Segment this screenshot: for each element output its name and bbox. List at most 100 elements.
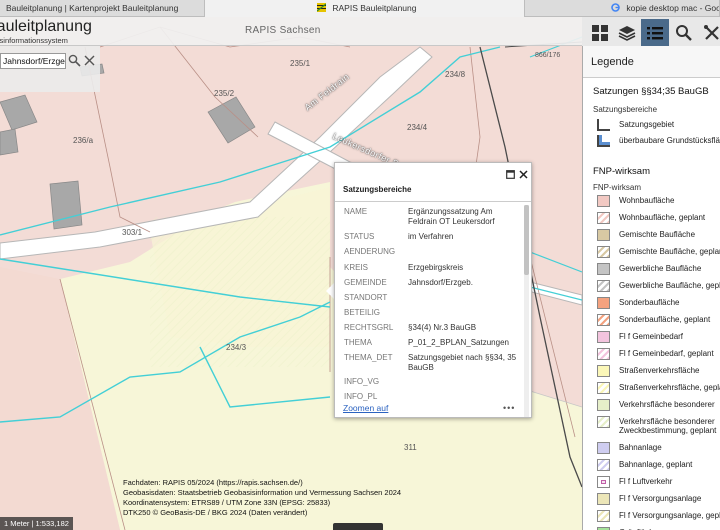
popup-title: Satzungsbereiche [343, 185, 412, 194]
legend-swatch [597, 263, 610, 275]
legend-label: Fl f Luftverkehr [619, 477, 673, 486]
tools-icon[interactable] [698, 19, 720, 47]
attribute-key: AENDERUNG [344, 247, 396, 256]
legend-label: Verkehrsfläche besonderer [619, 400, 715, 409]
legend-swatch [597, 416, 610, 428]
legend-section-heading: FNP-wirksam [593, 166, 650, 177]
legend-label: Fl f Gemeinbedarf, geplant [619, 349, 714, 358]
parcel-label: 235/1 [290, 59, 311, 68]
search-panel: Jahnsdorf/Erzgeb [0, 46, 100, 92]
legend-swatch [597, 382, 610, 394]
legend-item: Straßenverkehrsfläche [597, 365, 720, 379]
legend-swatch [597, 212, 610, 224]
zoom-to-link[interactable]: Zoomen auf [343, 403, 388, 413]
legend-swatch [597, 399, 610, 411]
tab-title: Bauleitplanung | Kartenprojekt Bauleitpl… [6, 3, 179, 13]
legend-item: Fl f Gemeinbedarf, geplant [597, 348, 720, 362]
legend-swatch [597, 229, 610, 241]
layers-icon[interactable] [613, 19, 641, 47]
legend-subheading: FNP-wirksam [593, 183, 641, 192]
close-icon[interactable] [519, 166, 528, 179]
search-icon[interactable] [670, 19, 698, 47]
legend-item: Fl f Luftverkehr [597, 476, 720, 490]
browser-tab-active[interactable]: RAPIS Bauleitplanung [205, 0, 525, 17]
legend-item: Gewerbliche Baufläche [597, 263, 720, 277]
legend-item: Fl f Gemeinbedarf [597, 331, 720, 345]
legend-header: Legende [583, 46, 720, 78]
clear-icon[interactable] [83, 54, 96, 72]
legend-item: Gemischte Baufläche [597, 229, 720, 243]
legend-label: Gewerbliche Baufläche, geplant [619, 281, 720, 290]
popup-scrollbar[interactable] [524, 205, 529, 417]
legend-swatch [597, 135, 610, 147]
screen: Bauleitplanung | Kartenprojekt Bauleitpl… [0, 0, 720, 530]
search-icon[interactable] [68, 54, 81, 72]
legend-label: Straßenverkehrsfläche, geplant [619, 383, 720, 392]
attribute-key: KREIS [344, 263, 369, 272]
parcel-label: 234/4 [407, 123, 428, 132]
legend-swatch [597, 246, 610, 258]
legend-label: Straßenverkehrsfläche [619, 366, 700, 375]
legend-item: Gemischte Baufläche, geplant [597, 246, 720, 260]
legend-list-icon[interactable] [641, 19, 669, 47]
legend-swatch [597, 280, 610, 292]
legend-label: Fl f Gemeinbedarf [619, 332, 684, 341]
legend-section-heading: Satzungen §§34;35 BauGB [593, 86, 709, 97]
maximize-icon[interactable] [506, 166, 515, 179]
legend-item: Straßenverkehrsfläche, geplant [597, 382, 720, 396]
attribution-line: DTK250 © GeoBasis-DE / BKG 2024 (Daten v… [123, 508, 308, 517]
legend-item: Satzungsgebiet [597, 119, 720, 133]
grid-icon[interactable] [586, 19, 614, 47]
bottom-toggle-button[interactable] [333, 523, 383, 530]
legend-subheading: Satzungsbereiche [593, 105, 658, 114]
legend-label: Satzungsgebiet [619, 120, 675, 129]
attribute-value: P_01_2_BPLAN_Satzungen [408, 338, 509, 347]
attribute-value: §34(4) Nr.3 BauGB [408, 323, 477, 332]
legend-swatch [597, 365, 610, 377]
legend-item: Bahnanlage, geplant [597, 459, 720, 473]
more-options-button[interactable]: ••• [503, 403, 515, 413]
legend-item: Sonderbaufläche [597, 297, 720, 311]
tab-title: RAPIS Bauleitplanung [332, 3, 417, 13]
legend-swatch [597, 510, 610, 522]
browser-tab[interactable]: kopie desktop mac - Goo… [525, 0, 720, 17]
legend-swatch [597, 493, 610, 505]
attribute-value: im Verfahren [408, 232, 454, 241]
legend-item: Fl f Versorgungsanlage [597, 493, 720, 507]
legend-item: Sonderbaufläche, geplant [597, 314, 720, 328]
browser-tab[interactable]: Bauleitplanung | Kartenprojekt Bauleitpl… [0, 0, 205, 17]
parcel-label: 235/2 [214, 89, 235, 98]
legend-item: Verkehrsfläche besonderer Zweckbestimmun… [597, 416, 720, 435]
legend-item: Bahnanlage [597, 442, 720, 456]
attribution-line: Fachdaten: RAPIS 05/2024 (https://rapis.… [123, 478, 303, 487]
browser-tab-strip: Bauleitplanung | Kartenprojekt Bauleitpl… [0, 0, 720, 17]
search-input[interactable]: Jahnsdorf/Erzgeb [0, 53, 66, 69]
legend-item: Fl f Versorgungsanlage, geplant [597, 510, 720, 524]
parcel-label: 236/a [73, 136, 94, 145]
scrollbar-thumb[interactable] [524, 205, 529, 275]
parcel-label: 303/1 [122, 228, 143, 237]
legend-swatch [597, 297, 610, 309]
attribution-line: Geobasisdaten: Staatsbetrieb Geobasisinf… [123, 488, 402, 497]
attribute-value: Erzgebirgskreis [408, 263, 464, 272]
legend-label: Fl f Versorgungsanlage, geplant [619, 511, 720, 520]
legend-item: überbaubare Grundstücksfläche [597, 135, 720, 149]
legend-item: Gewerbliche Baufläche, geplant [597, 280, 720, 294]
google-icon [611, 1, 620, 12]
legend-swatch [597, 331, 610, 343]
attribute-key: STANDORT [344, 293, 388, 302]
attribute-key: STATUS [344, 232, 375, 241]
attribute-value: Jahnsdorf/Erzgeb. [408, 278, 473, 287]
tab-title: kopie desktop mac - Goo… [626, 3, 720, 13]
attribute-key: BETEILIG [344, 308, 381, 317]
attribute-key: INFO_VG [344, 377, 380, 386]
attribute-value: Ergänzungssatzung Am Feldrain OT Leukers… [408, 207, 495, 226]
sachsen-crest-icon [316, 1, 327, 12]
attribute-key: NAME [344, 207, 368, 216]
legend-swatch [597, 119, 610, 131]
attribute-key: INFO_PL [344, 392, 378, 401]
parcel-label: 311 [404, 443, 417, 452]
app-brand: Bauleitplanung [0, 18, 92, 35]
divider [335, 201, 531, 202]
parcel-label: 234/3 [226, 343, 247, 352]
